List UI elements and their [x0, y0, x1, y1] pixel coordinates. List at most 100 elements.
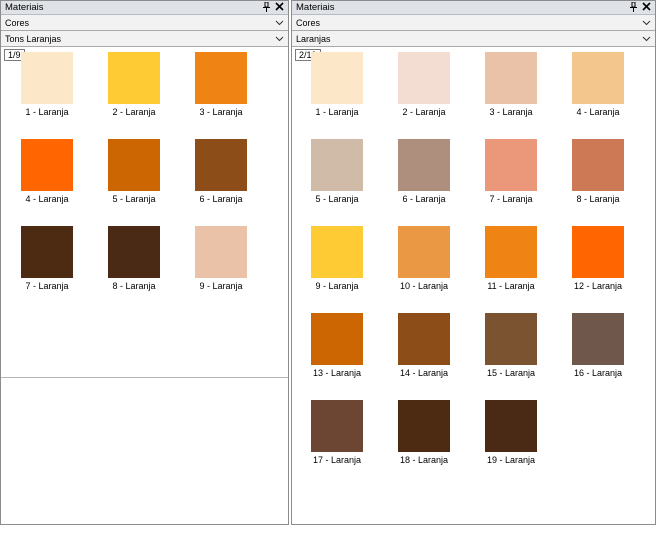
- chevron-down-icon: [642, 36, 651, 42]
- material-swatch[interactable]: 7 - Laranja: [476, 139, 546, 207]
- swatch-label: 8 - Laranja: [112, 281, 156, 291]
- material-swatch[interactable]: 6 - Laranja: [389, 139, 459, 207]
- swatch-label: 15 - Laranja: [486, 368, 536, 378]
- subcategory-value: Tons Laranjas: [5, 34, 62, 44]
- close-icon[interactable]: [641, 2, 652, 14]
- color-swatch: [572, 313, 624, 365]
- close-icon[interactable]: [274, 2, 285, 14]
- swatch-label: 1 - Laranja: [315, 107, 359, 117]
- material-swatch[interactable]: 4 - Laranja: [563, 52, 633, 120]
- swatch-grid: 2/19 1 - Laranja 2 - Laranja 3 - Laranja 4 …: [292, 47, 655, 523]
- category-value: Cores: [296, 18, 321, 28]
- category-dropdown[interactable]: Cores: [292, 15, 655, 31]
- color-swatch: [485, 313, 537, 365]
- color-swatch: [108, 52, 160, 104]
- swatch-label: 12 - Laranja: [573, 281, 623, 291]
- material-swatch[interactable]: 2 - Laranja: [389, 52, 459, 120]
- material-swatch[interactable]: 1 - Laranja: [12, 52, 82, 120]
- material-swatch[interactable]: 8 - Laranja: [563, 139, 633, 207]
- material-swatch[interactable]: 9 - Laranja: [186, 226, 256, 294]
- swatch-label: 11 - Laranja: [487, 281, 535, 291]
- color-swatch: [572, 226, 624, 278]
- material-swatch[interactable]: 9 - Laranja: [302, 226, 372, 294]
- material-swatch[interactable]: 11 - Laranja: [476, 226, 546, 294]
- swatch-label: 10 - Laranja: [399, 281, 449, 291]
- material-swatch[interactable]: 18 - Laranja: [389, 400, 459, 468]
- color-swatch: [311, 139, 363, 191]
- swatch-label: 9 - Laranja: [199, 281, 243, 291]
- swatch-label: 5 - Laranja: [112, 194, 156, 204]
- color-swatch: [311, 313, 363, 365]
- material-swatch[interactable]: 19 - Laranja: [476, 400, 546, 468]
- swatch-label: 7 - Laranja: [489, 194, 533, 204]
- chevron-down-icon: [275, 20, 284, 26]
- materials-panel-right: Materiais Cores Laranjas 2/19 1 - Laranj…: [291, 0, 656, 525]
- color-swatch: [108, 139, 160, 191]
- color-swatch: [21, 139, 73, 191]
- swatch-label: 3 - Laranja: [489, 107, 533, 117]
- swatch-label: 13 - Laranja: [312, 368, 362, 378]
- material-swatch[interactable]: 8 - Laranja: [99, 226, 169, 294]
- divider: [1, 377, 288, 378]
- color-swatch: [485, 52, 537, 104]
- color-swatch: [311, 226, 363, 278]
- swatch-label: 18 - Laranja: [399, 455, 449, 465]
- material-swatch[interactable]: 2 - Laranja: [99, 52, 169, 120]
- swatch-grid: 1/9 1 - Laranja 2 - Laranja 3 - Laranja 4 -…: [1, 47, 288, 523]
- material-swatch[interactable]: 5 - Laranja: [302, 139, 372, 207]
- material-swatch[interactable]: 12 - Laranja: [563, 226, 633, 294]
- color-swatch: [195, 139, 247, 191]
- material-swatch[interactable]: 4 - Laranja: [12, 139, 82, 207]
- material-swatch[interactable]: 16 - Laranja: [563, 313, 633, 381]
- swatch-label: 2 - Laranja: [112, 107, 156, 117]
- color-swatch: [572, 139, 624, 191]
- pin-icon[interactable]: [628, 1, 639, 14]
- chevron-down-icon: [275, 36, 284, 42]
- color-swatch: [195, 226, 247, 278]
- panel-titlebar: Materiais: [292, 1, 655, 15]
- subcategory-dropdown[interactable]: Tons Laranjas: [1, 31, 288, 47]
- swatch-label: 16 - Laranja: [573, 368, 623, 378]
- swatch-label: 2 - Laranja: [402, 107, 446, 117]
- color-swatch: [311, 400, 363, 452]
- color-swatch: [485, 139, 537, 191]
- chevron-down-icon: [642, 20, 651, 26]
- material-swatch[interactable]: 13 - Laranja: [302, 313, 372, 381]
- color-swatch: [21, 226, 73, 278]
- swatch-label: 1 - Laranja: [25, 107, 69, 117]
- material-swatch[interactable]: 3 - Laranja: [476, 52, 546, 120]
- swatch-label: 4 - Laranja: [25, 194, 69, 204]
- color-swatch: [195, 52, 247, 104]
- material-swatch[interactable]: 6 - Laranja: [186, 139, 256, 207]
- color-swatch: [485, 400, 537, 452]
- subcategory-value: Laranjas: [296, 34, 331, 44]
- color-swatch: [398, 400, 450, 452]
- material-swatch[interactable]: 17 - Laranja: [302, 400, 372, 468]
- color-swatch: [485, 226, 537, 278]
- color-swatch: [311, 52, 363, 104]
- color-swatch: [21, 52, 73, 104]
- material-swatch[interactable]: 7 - Laranja: [12, 226, 82, 294]
- material-swatch[interactable]: 1 - Laranja: [302, 52, 372, 120]
- swatch-label: 6 - Laranja: [199, 194, 243, 204]
- swatch-label: 19 - Laranja: [486, 455, 536, 465]
- color-swatch: [398, 139, 450, 191]
- material-swatch[interactable]: 14 - Laranja: [389, 313, 459, 381]
- material-swatch[interactable]: 3 - Laranja: [186, 52, 256, 120]
- swatch-label: 14 - Laranja: [399, 368, 449, 378]
- material-swatch[interactable]: 5 - Laranja: [99, 139, 169, 207]
- materials-panel-left: Materiais Cores Tons Laranjas 1/9 1 - La…: [0, 0, 289, 525]
- subcategory-dropdown[interactable]: Laranjas: [292, 31, 655, 47]
- category-dropdown[interactable]: Cores: [1, 15, 288, 31]
- panel-titlebar: Materiais: [1, 1, 288, 15]
- material-swatch[interactable]: 10 - Laranja: [389, 226, 459, 294]
- swatch-label: 5 - Laranja: [315, 194, 359, 204]
- color-swatch: [108, 226, 160, 278]
- pin-icon[interactable]: [261, 1, 272, 14]
- color-swatch: [398, 52, 450, 104]
- material-swatch[interactable]: 15 - Laranja: [476, 313, 546, 381]
- panel-title: Materiais: [5, 2, 44, 13]
- color-swatch: [398, 313, 450, 365]
- swatch-label: 7 - Laranja: [25, 281, 69, 291]
- panel-title: Materiais: [296, 2, 335, 13]
